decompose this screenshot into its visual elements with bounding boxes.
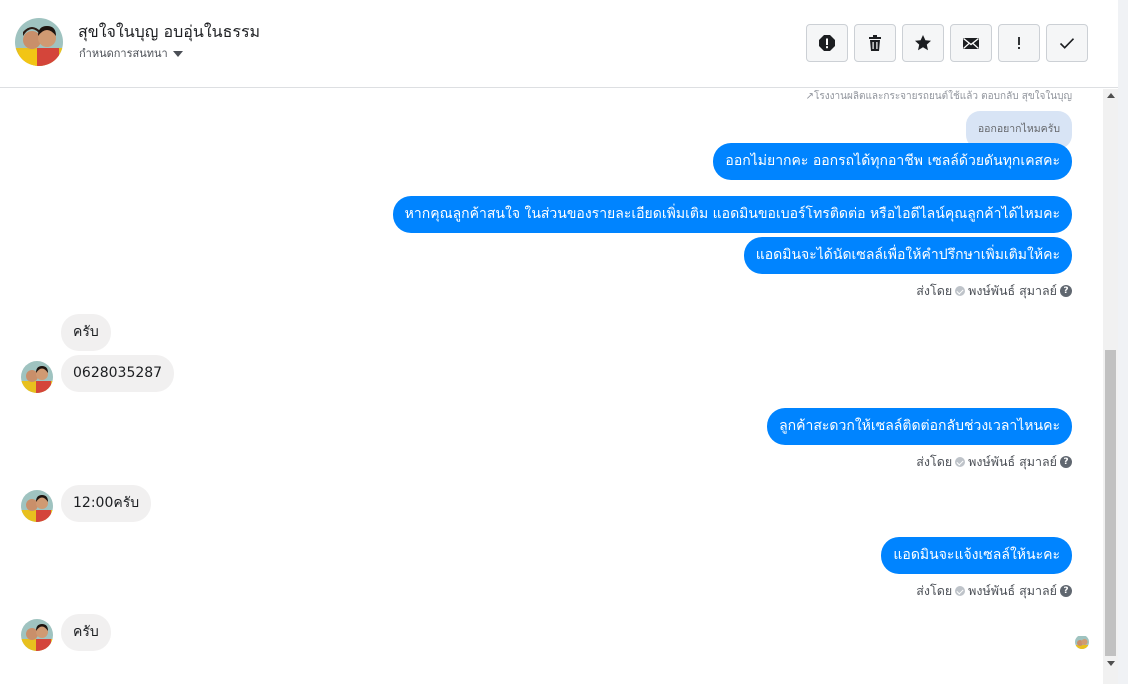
scroll-down-arrow-icon[interactable]	[1107, 661, 1115, 666]
envelope-icon	[963, 37, 979, 49]
scrollbar-thumb[interactable]	[1105, 350, 1116, 656]
inbox-conversation: สุขใจในบุญ อบอุ่นในธรรม กำหนดการสนทนา ↗โ…	[0, 0, 1128, 684]
outgoing-message[interactable]: ลูกค้าสะดวกให้เซลล์ติดต่อกลับช่วงเวลาไหน…	[767, 408, 1072, 445]
mark-done-button[interactable]	[1046, 24, 1088, 62]
incoming-message[interactable]: 12:00ครับ	[61, 485, 152, 522]
check-circle-icon	[955, 586, 966, 596]
sent-by-line: ส่งโดย พงษ์พันธ์ สุมาลย์ ?	[916, 581, 1072, 601]
conversation-status-label: กำหนดการสนทนา	[79, 47, 168, 60]
incoming-message[interactable]: ครับ	[61, 614, 111, 651]
caret-down-icon	[172, 51, 183, 57]
conversation-status-dropdown[interactable]: กำหนดการสนทนา	[79, 44, 183, 62]
contact-avatar-small[interactable]	[21, 490, 53, 522]
trash-icon	[869, 35, 881, 51]
help-icon[interactable]: ?	[1060, 456, 1072, 468]
sender-name[interactable]: พงษ์พันธ์ สุมาลย์	[968, 452, 1057, 472]
outgoing-message[interactable]: หากคุณลูกค้าสนใจ ในส่วนของรายละเอียดเพิ่…	[392, 196, 1072, 233]
reply-context-note: ↗โรงงานผลิตและกระจายรถยนต์ใช้แล้ว ตอบกลั…	[805, 91, 1072, 102]
exclamation-icon	[1018, 37, 1020, 49]
mark-unread-button[interactable]	[950, 24, 992, 62]
check-circle-icon	[955, 457, 966, 467]
outgoing-message[interactable]: แอดมินจะแจ้งเซลล์ให้นะคะ	[881, 537, 1072, 574]
star-icon	[915, 35, 931, 51]
sent-by-prefix: ส่งโดย	[916, 583, 953, 598]
check-circle-icon	[955, 286, 966, 296]
sent-by-prefix: ส่งโดย	[916, 283, 953, 298]
scroll-up-arrow-icon[interactable]	[1107, 93, 1115, 98]
sent-by-line: ส่งโดย พงษ์พันธ์ สุมาลย์ ?	[916, 281, 1072, 301]
sender-name[interactable]: พงษ์พันธ์ สุมาลย์	[968, 281, 1057, 301]
help-icon[interactable]: ?	[1060, 285, 1072, 297]
star-button[interactable]	[902, 24, 944, 62]
outgoing-message[interactable]: ออกไม่ยากคะ ออกรถได้ทุกอาชีพ เซลล์ด้วยดั…	[713, 143, 1072, 180]
report-icon	[819, 35, 835, 51]
checkmark-icon	[1059, 38, 1075, 49]
thread-scrollbar[interactable]	[1103, 89, 1118, 684]
delete-button[interactable]	[854, 24, 896, 62]
report-button[interactable]	[806, 24, 848, 62]
incoming-message[interactable]: ครับ	[61, 314, 111, 351]
conversation-header: สุขใจในบุญ อบอุ่นในธรรม กำหนดการสนทนา	[0, 0, 1118, 88]
mark-spam-button[interactable]	[998, 24, 1040, 62]
contact-name[interactable]: สุขใจในบุญ อบอุ่นในธรรม	[78, 20, 260, 45]
help-icon[interactable]: ?	[1060, 585, 1072, 597]
contact-avatar-small[interactable]	[21, 619, 53, 651]
page-edge	[1118, 0, 1128, 684]
message-thread: ↗โรงงานผลิตและกระจายรถยนต์ใช้แล้ว ตอบกลั…	[0, 89, 1103, 684]
seen-avatar-indicator	[1075, 635, 1089, 649]
outgoing-message[interactable]: แอดมินจะได้นัดเซลล์เพื่อให้คำปรึกษาเพิ่ม…	[743, 237, 1072, 274]
header-toolbar	[806, 24, 1088, 62]
contact-avatar-small[interactable]	[21, 361, 53, 393]
contact-avatar[interactable]	[15, 18, 63, 66]
sent-by-line: ส่งโดย พงษ์พันธ์ สุมาลย์ ?	[916, 452, 1072, 472]
sent-by-prefix: ส่งโดย	[916, 454, 953, 469]
incoming-message[interactable]: 0628035287	[61, 355, 175, 392]
sender-name[interactable]: พงษ์พันธ์ สุมาลย์	[968, 581, 1057, 601]
